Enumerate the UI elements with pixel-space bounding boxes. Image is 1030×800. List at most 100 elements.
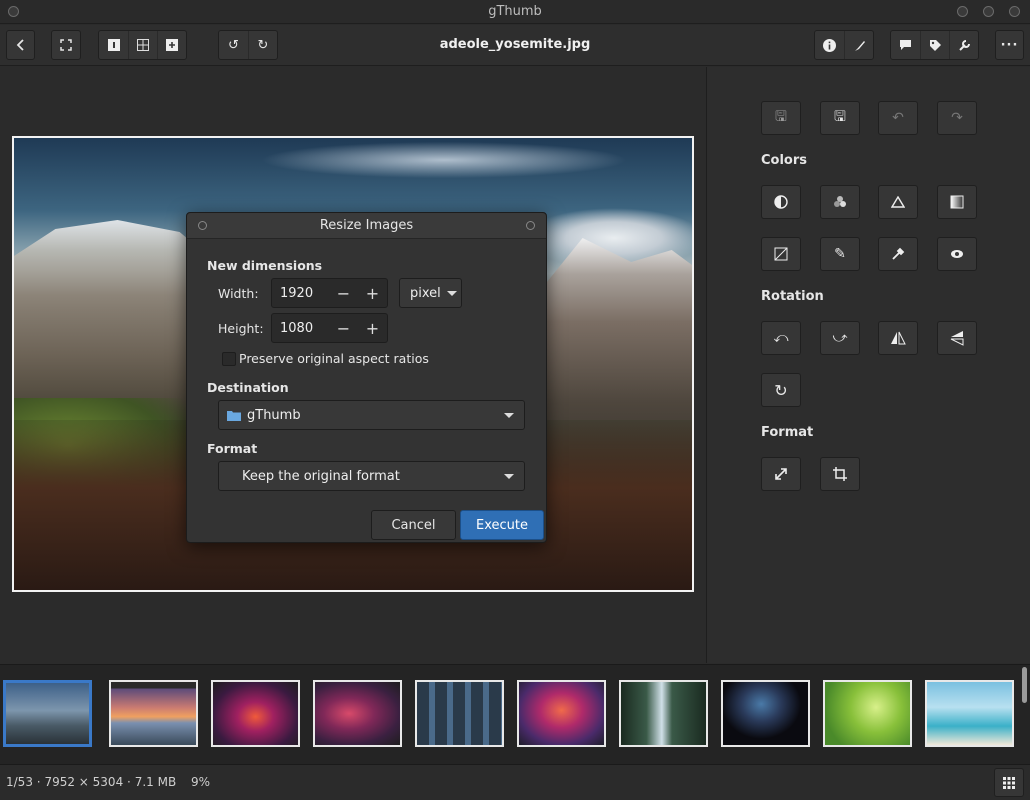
- chevron-down-icon: [504, 412, 514, 418]
- execute-button[interactable]: Execute: [460, 510, 544, 540]
- view-grid-button[interactable]: [128, 31, 157, 59]
- undo-button[interactable]: ↶: [878, 101, 918, 135]
- edit-brush-icon: [854, 40, 865, 51]
- preserve-aspect-label: Preserve original aspect ratios: [239, 351, 429, 366]
- back-icon: [16, 39, 24, 51]
- color-balance-button[interactable]: [820, 185, 860, 219]
- crop-button[interactable]: [820, 457, 860, 491]
- width-input[interactable]: 1920: [272, 286, 329, 301]
- height-spinner: 1080 − +: [271, 313, 388, 343]
- height-increment-button[interactable]: +: [358, 314, 387, 342]
- thumbnail[interactable]: [415, 680, 504, 747]
- rotate-right-tool-button[interactable]: ⤻: [820, 321, 860, 355]
- undo-icon: ↶: [892, 110, 904, 126]
- height-decrement-button[interactable]: −: [329, 314, 358, 342]
- dialog-menu-icon[interactable]: [198, 221, 207, 230]
- tools-button[interactable]: [949, 31, 978, 59]
- fullscreen-icon: [60, 39, 72, 51]
- info-button[interactable]: [815, 31, 844, 59]
- status-bar: 1/53 · 7952 × 5304 · 7.1 MB 9%: [0, 764, 1030, 800]
- levels-button[interactable]: [761, 237, 801, 271]
- new-dimensions-label: New dimensions: [207, 258, 323, 273]
- gradient-icon: [950, 195, 964, 209]
- resize-dialog: Resize Images New dimensions Width: 1920…: [186, 212, 547, 543]
- thumbnail[interactable]: [925, 680, 1014, 747]
- separator: ·: [36, 775, 41, 789]
- rotate-group: ↺ ↻: [218, 30, 278, 60]
- thumb-image: [825, 682, 910, 745]
- color-picker-button[interactable]: [878, 237, 918, 271]
- rotate-left-tool-button[interactable]: ⤺: [761, 321, 801, 355]
- thumbnail[interactable]: [109, 680, 198, 747]
- width-label: Width:: [218, 286, 259, 301]
- view-single-button[interactable]: [99, 31, 128, 59]
- destination-value: gThumb: [247, 407, 301, 423]
- image-dimensions: 7952 × 5304: [44, 775, 124, 789]
- chevron-down-icon: [504, 473, 514, 479]
- resize-icon: [775, 468, 787, 480]
- tag-icon: [929, 39, 941, 51]
- rotate-left-button[interactable]: ↺: [219, 31, 248, 59]
- adjust-contrast-button[interactable]: [761, 185, 801, 219]
- crop-icon: [833, 467, 847, 481]
- flip-vertical-button[interactable]: [937, 321, 977, 355]
- edit-button[interactable]: [844, 31, 873, 59]
- thumb-image: [213, 682, 298, 745]
- redo-icon: ↷: [951, 110, 963, 126]
- save-button[interactable]: 🖫: [761, 101, 801, 135]
- unit-select[interactable]: pixel: [399, 278, 462, 308]
- fullscreen-button[interactable]: [51, 30, 81, 60]
- rotate-free-button[interactable]: ↻: [761, 373, 801, 407]
- cancel-button[interactable]: Cancel: [371, 510, 456, 540]
- thumbnail-scrollbar[interactable]: [1022, 667, 1027, 703]
- thumb-image: [723, 682, 808, 745]
- thumbnail[interactable]: [823, 680, 912, 747]
- folder-icon: [227, 410, 241, 421]
- height-input[interactable]: 1080: [272, 321, 329, 336]
- back-button[interactable]: [6, 30, 35, 60]
- info-icon: [823, 38, 836, 52]
- thumb-image: [621, 682, 706, 745]
- rotate-icon: ↻: [774, 380, 788, 400]
- view-grid-icon: [137, 39, 149, 51]
- maximize-icon[interactable]: [983, 6, 994, 17]
- thumbnail[interactable]: [211, 680, 300, 747]
- rotate-right-tool-icon: ⤻: [832, 330, 848, 346]
- add-button[interactable]: [157, 31, 186, 59]
- browser-mode-button[interactable]: [994, 768, 1024, 797]
- width-increment-button[interactable]: +: [358, 279, 387, 307]
- comment-button[interactable]: [891, 31, 920, 59]
- save-as-button[interactable]: 🖫: [820, 101, 860, 135]
- thumb-image: [417, 682, 502, 745]
- tag-button[interactable]: [920, 31, 949, 59]
- thumb-image: [315, 682, 400, 745]
- minimize-icon[interactable]: [957, 6, 968, 17]
- width-decrement-button[interactable]: −: [329, 279, 358, 307]
- curves-button[interactable]: [878, 185, 918, 219]
- format-select[interactable]: Keep the original format: [218, 461, 525, 491]
- resize-button[interactable]: [761, 457, 801, 491]
- redo-button[interactable]: ↷: [937, 101, 977, 135]
- destination-label: Destination: [207, 380, 289, 395]
- preserve-aspect-checkbox[interactable]: [222, 352, 236, 366]
- dialog-close-icon[interactable]: [526, 221, 535, 230]
- grayscale-button[interactable]: [937, 185, 977, 219]
- rotate-right-button[interactable]: ↻: [248, 31, 277, 59]
- dialog-title: Resize Images: [319, 218, 414, 233]
- auto-adjust-button[interactable]: ✎: [820, 237, 860, 271]
- thumbnail[interactable]: [517, 680, 606, 747]
- thumbnail[interactable]: [721, 680, 810, 747]
- window-title: gThumb: [488, 4, 542, 19]
- image-position: 1/53: [6, 775, 33, 789]
- thumbnail[interactable]: [619, 680, 708, 747]
- close-icon[interactable]: [1009, 6, 1020, 17]
- flip-horizontal-button[interactable]: [878, 321, 918, 355]
- thumbnail[interactable]: [313, 680, 402, 747]
- menu-button[interactable]: ···: [995, 30, 1024, 60]
- thumbnail-selected[interactable]: [3, 680, 92, 747]
- red-eye-button[interactable]: [937, 237, 977, 271]
- destination-select[interactable]: gThumb: [218, 400, 525, 430]
- grid-icon: [1003, 776, 1015, 789]
- window-menu-icon[interactable]: [8, 6, 19, 17]
- menu-more-icon: ···: [1000, 37, 1019, 53]
